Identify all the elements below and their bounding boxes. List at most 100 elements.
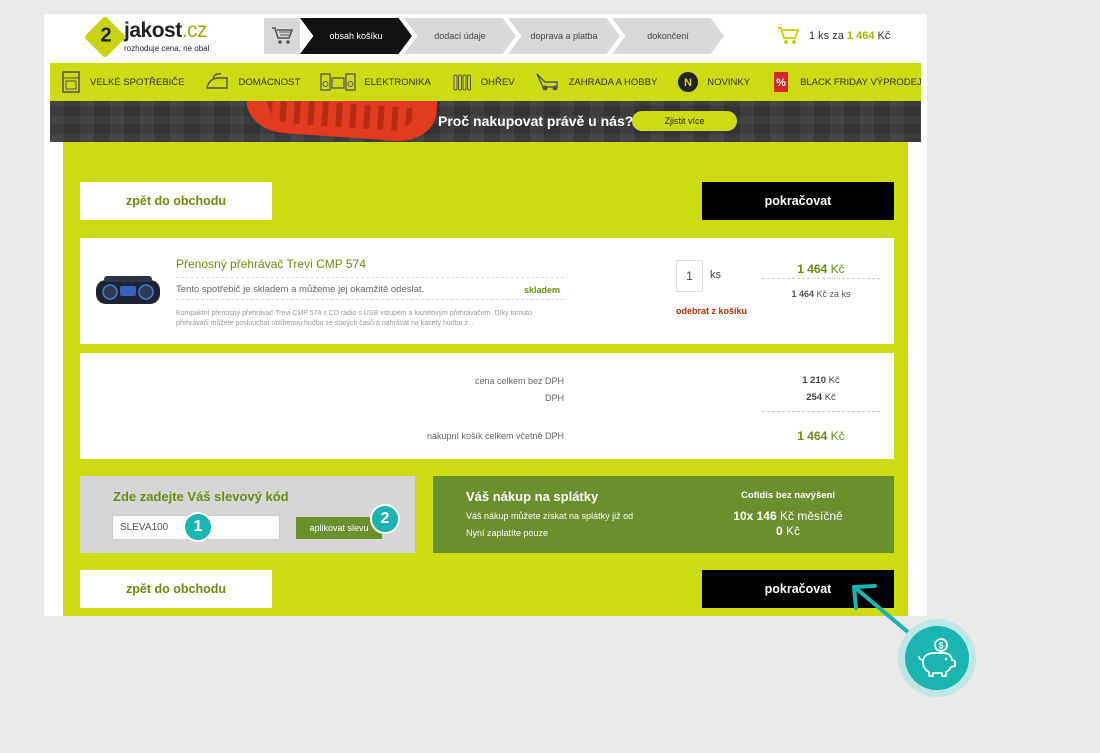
upfront-number: 0	[775, 524, 783, 538]
installments-from-text: Váš nákup můžete získat na splátky již o…	[466, 511, 634, 521]
product-name-link[interactable]: Přenosný přehrávač Trevi CMP 574	[176, 257, 366, 271]
new-badge-glyph: N	[684, 77, 692, 89]
discount-title: Zde zadejte Váš slevový kód	[113, 489, 289, 504]
header: 2 jakost.cz rozhoduje cena, ne obal obsa…	[44, 14, 927, 60]
nav-item-new[interactable]: N NOVINKY	[667, 63, 760, 101]
nav-item-electronics[interactable]: ELEKTRONIKA	[310, 63, 441, 101]
lawnmower-icon	[535, 71, 561, 93]
nav-item-household[interactable]: DOMÁCNOST	[195, 63, 311, 101]
mini-cart-summary: 1 ks za 1 464 Kč	[809, 30, 890, 42]
cart-icon	[778, 27, 799, 44]
vat-value: 254 Kč	[762, 392, 880, 403]
percent-tag-glyph: %	[776, 77, 786, 89]
unit-price-suffix: Kč za ks	[816, 289, 851, 299]
installments-monthly: 10x 146 Kč měsíčně	[713, 509, 863, 523]
discount-code-box: Zde zadejte Váš slevový kód aplikovat sl…	[80, 476, 415, 553]
divider	[762, 278, 880, 279]
step-shipping-payment[interactable]: doprava a platba	[508, 18, 620, 54]
upfront-currency: Kč	[786, 524, 801, 538]
installments-provider: Cofidis bez navýšení	[741, 490, 835, 501]
remove-from-cart-link[interactable]: odebrat z košíku	[676, 306, 747, 316]
total-without-vat-label: cena celkem bez DPH	[474, 376, 564, 386]
total-without-vat-number: 1 210	[802, 375, 827, 386]
checkout-steps: obsah košíku dodací údaje doprava a plat…	[264, 18, 734, 54]
continue-button[interactable]: pokračovat	[702, 182, 894, 220]
nav-label: DOMÁCNOST	[238, 76, 301, 88]
svg-text:$: $	[938, 641, 943, 651]
unit-price: 1 464 Kč za ks	[762, 289, 880, 299]
back-to-shop-button[interactable]: zpět do obchodu	[80, 182, 272, 220]
product-description: Kompaktní přenosný přehrávač Trevi CMP 5…	[176, 310, 532, 328]
item-price-number: 1 464	[797, 262, 828, 276]
back-to-shop-button-bottom[interactable]: zpět do obchodu	[80, 570, 272, 608]
iron-icon	[205, 71, 231, 93]
nav-item-black-friday[interactable]: % BLACK FRIDAY VÝPRODEJ	[760, 63, 927, 101]
installments-upfront: 0 Kč	[713, 524, 863, 538]
nav-item-heating[interactable]: OHŘEV	[441, 63, 525, 101]
mini-cart-price: 1 464	[846, 30, 875, 42]
nav-label: NOVINKY	[707, 76, 751, 88]
item-total-price: 1 464 Kč	[762, 262, 880, 276]
logo-name-text: jakost	[124, 19, 182, 42]
nav-item-large-appliances[interactable]: VELKÉ SPOTŘEBIČE	[50, 63, 195, 101]
total-with-vat-label: nákupní košík celkem včetně DPH	[426, 431, 564, 441]
stock-text: Tento spotřebič je skladem a můžeme jej …	[176, 284, 425, 295]
step-marker-2: 2	[370, 504, 400, 534]
logo-tagline: rozhoduje cena, ne obal	[124, 44, 210, 53]
percent-tag-icon: %	[770, 71, 792, 93]
stock-badge: skladem	[524, 285, 561, 295]
cart-step-icon[interactable]	[264, 18, 300, 54]
mini-cart-qty: 1 ks za	[809, 30, 844, 42]
logo-mark: 2	[100, 24, 112, 47]
new-badge-icon: N	[677, 71, 699, 93]
divider	[176, 277, 564, 278]
logo-badge: 2	[83, 15, 127, 59]
step-marker-1: 1	[183, 512, 213, 542]
continue-button-bottom[interactable]: pokračovat	[702, 570, 894, 608]
promo-banner: Proč nakupovat právě u nás? Zjistit více	[50, 101, 921, 142]
step-cart-contents[interactable]: obsah košíku	[300, 18, 412, 54]
step-completion[interactable]: dokončení	[612, 18, 724, 54]
installments-offer: Cofidis bez navýšení 10x 146 Kč měsíčně …	[713, 490, 863, 538]
currency: Kč	[830, 429, 845, 443]
cart-item: Přenosný přehrávač Trevi CMP 574 Tento s…	[80, 238, 894, 344]
total-without-vat-value: 1 210 Kč	[762, 375, 880, 386]
logo[interactable]: 2 jakost.cz rozhoduje cena, ne obal	[83, 15, 210, 59]
banner-text: Proč nakupovat právě u nás?	[438, 113, 634, 129]
monthly-number: 10x 146	[733, 509, 777, 523]
installments-box: Váš nákup na splátky Váš nákup můžete zí…	[433, 476, 894, 553]
total-with-vat-number: 1 464	[797, 429, 828, 443]
mini-cart[interactable]: 1 ks za 1 464 Kč	[777, 26, 890, 46]
step-delivery-details[interactable]: dodací údaje	[404, 18, 516, 54]
vat-label: DPH	[544, 393, 564, 403]
quantity-unit: ks	[710, 269, 721, 281]
quantity-input[interactable]: 1	[676, 260, 703, 292]
piggy-bank-icon: $	[905, 626, 969, 690]
nav-label: VELKÉ SPOTŘEBIČE	[90, 76, 185, 88]
item-price-currency: Kč	[830, 262, 845, 276]
monthly-suffix: Kč měsíčně	[780, 509, 843, 523]
category-nav: VELKÉ SPOTŘEBIČE DOMÁCNOST ELEKTRONIKA O…	[50, 63, 922, 101]
nav-label: ELEKTRONIKA	[364, 76, 431, 88]
cart-icon	[272, 27, 293, 44]
nav-label: OHŘEV	[480, 76, 515, 88]
unit-price-number: 1 464	[791, 289, 814, 299]
product-image[interactable]	[94, 272, 162, 308]
fridge-icon	[60, 71, 82, 93]
nav-label: ZAHRADA A HOBBY	[568, 76, 658, 88]
learn-more-button[interactable]: Zjistit více	[632, 111, 737, 131]
cart-totals: cena celkem bez DPH 1 210 Kč DPH 254 Kč …	[80, 353, 894, 459]
logo-name: jakost.cz	[124, 19, 208, 43]
divider	[176, 299, 564, 300]
mini-cart-currency: Kč	[877, 30, 891, 42]
divider	[762, 411, 880, 412]
nav-item-garden-hobby[interactable]: ZAHRADA A HOBBY	[525, 63, 668, 101]
total-with-vat-value: 1 464 Kč	[762, 429, 880, 443]
currency: Kč	[828, 375, 840, 386]
vat-number: 254	[806, 392, 823, 403]
stereo-icon	[320, 71, 356, 93]
piggy-bank-badge: $	[898, 619, 976, 697]
currency: Kč	[824, 392, 836, 403]
installments-title: Váš nákup na splátky	[466, 489, 599, 504]
logo-tld: .cz	[181, 19, 208, 42]
